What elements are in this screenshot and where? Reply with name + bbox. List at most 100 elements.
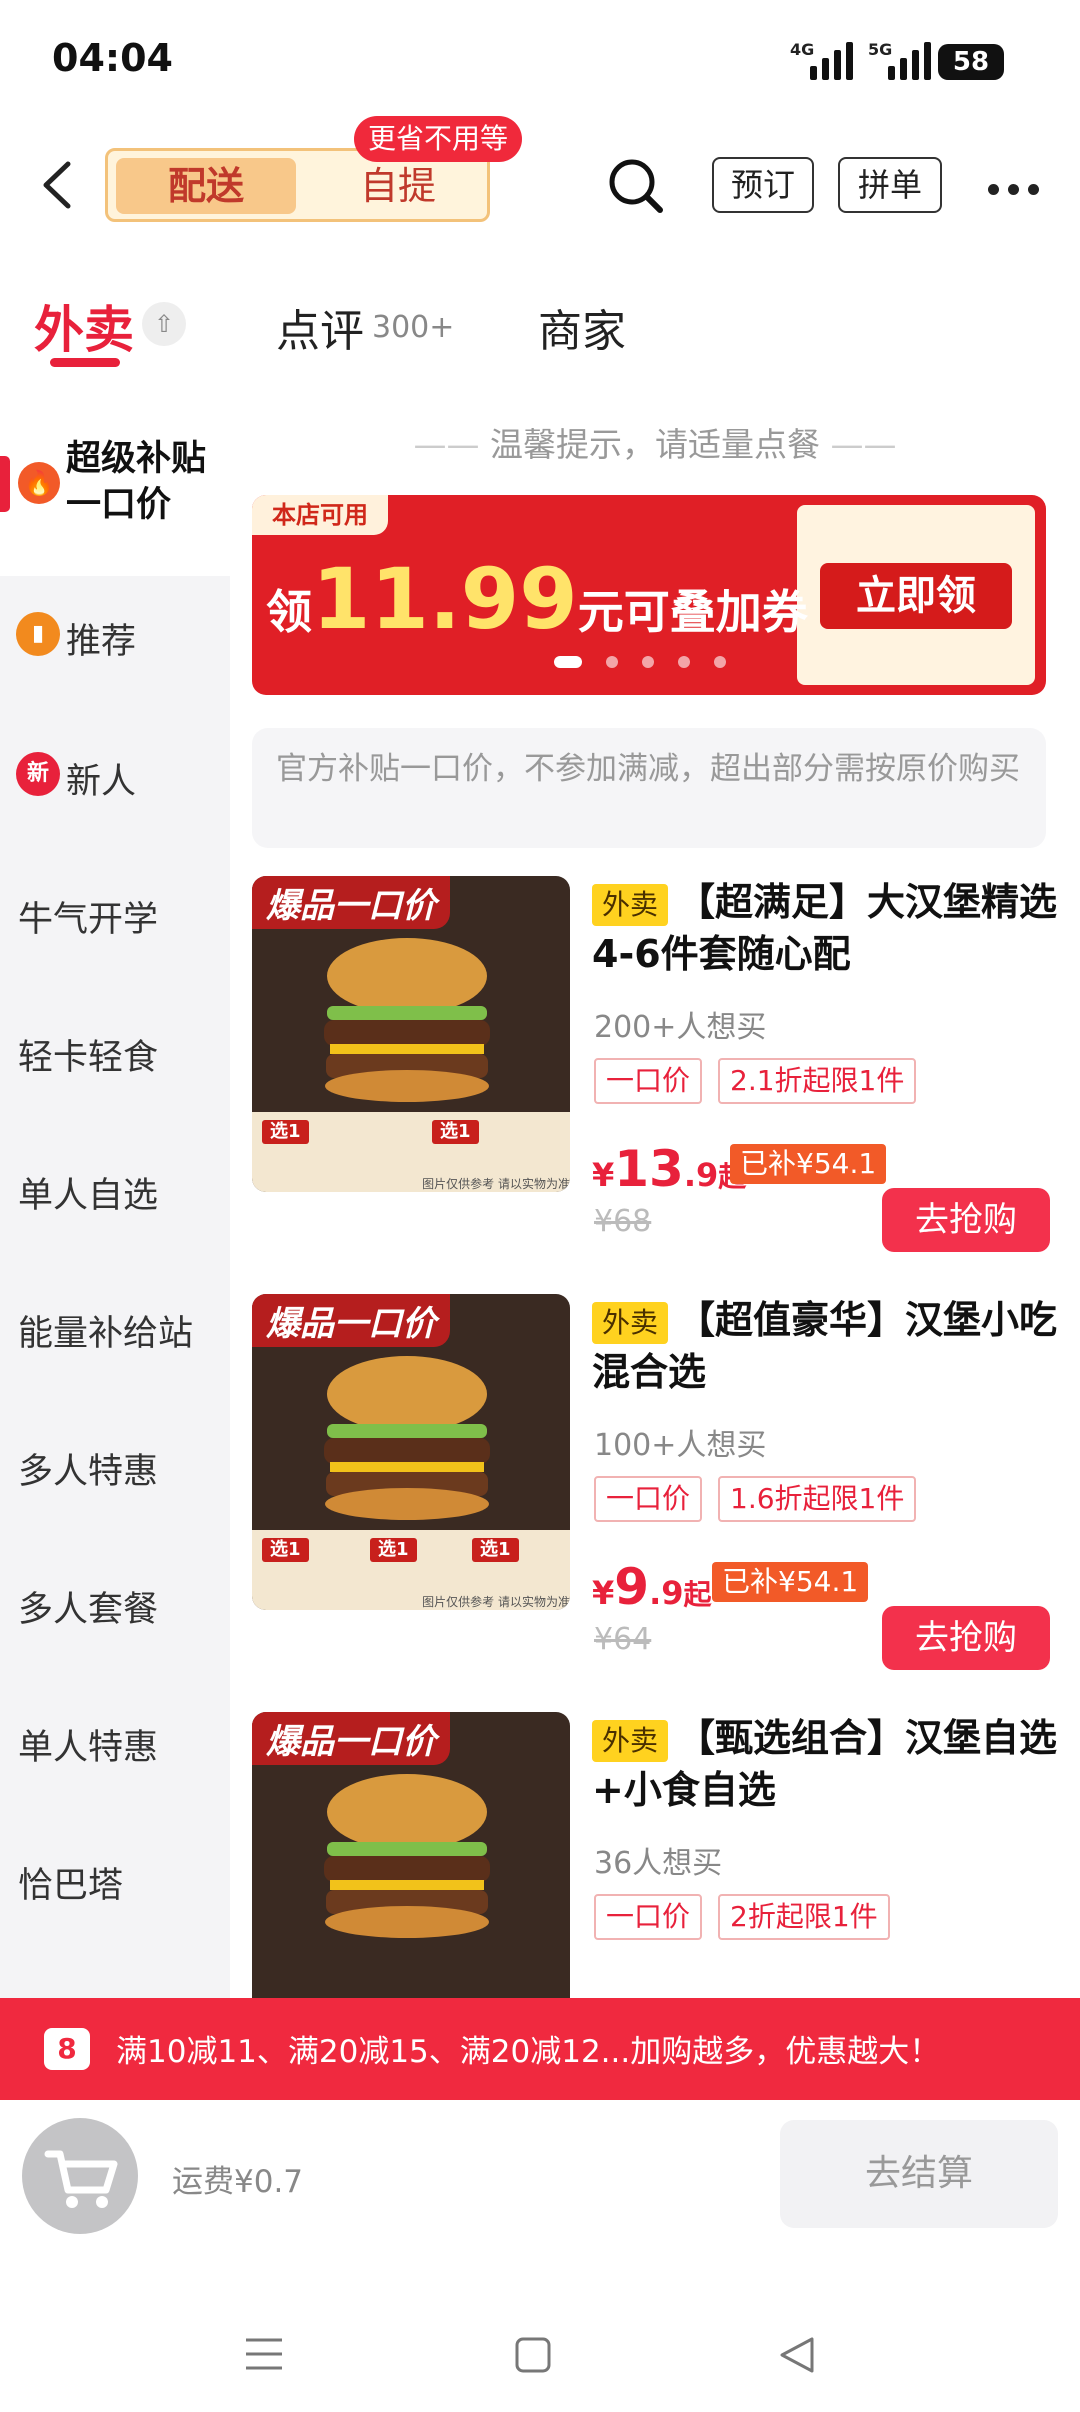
product-price: ¥13.9起 bbox=[592, 1140, 746, 1198]
price-dec: .9 bbox=[683, 1156, 719, 1194]
banner-text: 领11.99元可叠加券 bbox=[266, 550, 808, 648]
home-icon[interactable] bbox=[514, 2336, 552, 2378]
checkout-bar: 运费¥0.7 去结算 bbox=[0, 2100, 1080, 2234]
back-nav-icon[interactable] bbox=[778, 2336, 816, 2378]
subsidy-notice: 官方补贴一口价，不参加满减，超出部分需按原价购买 bbox=[252, 728, 1046, 848]
subsidy-badge: 已补¥54.1 bbox=[712, 1562, 869, 1602]
image-strip-badge: 选1 bbox=[472, 1538, 519, 1562]
want-count: 100+人想买 bbox=[594, 1428, 767, 1463]
buy-button[interactable]: 去抢购 bbox=[882, 1606, 1050, 1670]
takeout-tag: 外卖 bbox=[592, 1302, 669, 1344]
tab-review-count: 300+ bbox=[372, 310, 455, 345]
image-disclaimer: 图片仅供参考 请以实物为准 bbox=[422, 1177, 570, 1191]
tip-label: 温馨提示，请适量点餐 bbox=[490, 425, 820, 464]
system-nav-bar bbox=[0, 2280, 1080, 2412]
carousel-dots bbox=[554, 651, 750, 668]
collapse-icon[interactable]: ⇧ bbox=[142, 302, 186, 346]
sidebar-item-energy[interactable]: 能量补给站 bbox=[0, 1304, 230, 1364]
delivery-fee: 运费¥0.7 bbox=[172, 2164, 304, 2200]
sidebar-item-single-pick[interactable]: 单人自选 bbox=[0, 1166, 230, 1226]
delivery-mode-button[interactable]: 配送 bbox=[116, 158, 296, 214]
fire-icon: 🔥 bbox=[18, 462, 60, 504]
search-icon[interactable] bbox=[606, 156, 666, 216]
status-time: 04:04 bbox=[52, 36, 173, 80]
banner-amount: 11.99 bbox=[312, 550, 578, 648]
promo-text: 满10减11、满20减15、满20减12...加购越多，优惠越大！ bbox=[116, 2034, 941, 2070]
sidebar-item-ciabatta[interactable]: 恰巴塔 bbox=[0, 1856, 230, 1916]
sidebar-item-label: 超级补贴一口价 bbox=[66, 439, 207, 525]
back-icon[interactable] bbox=[38, 160, 78, 210]
takeout-tag: 外卖 bbox=[592, 1720, 669, 1762]
want-count: 36人想买 bbox=[594, 1846, 723, 1881]
image-strip-badge: 选1 bbox=[370, 1538, 417, 1562]
cart-icon[interactable] bbox=[22, 2118, 138, 2234]
tab-takeout[interactable]: 外卖 bbox=[34, 290, 134, 362]
burger-icon bbox=[324, 938, 490, 1102]
signal-icon bbox=[810, 42, 853, 80]
sidebar-item-group-deal[interactable]: 多人特惠 bbox=[0, 1442, 230, 1502]
tip-text: —— 温馨提示，请适量点餐 —— bbox=[413, 425, 897, 464]
pickup-promo-bubble: 更省不用等 bbox=[354, 116, 523, 162]
menu-icon[interactable] bbox=[244, 2336, 284, 2376]
buy-button[interactable]: 去抢购 bbox=[882, 1188, 1050, 1252]
fixed-price-tag: 一口价 bbox=[594, 1894, 703, 1940]
checkout-button[interactable]: 去结算 bbox=[780, 2120, 1058, 2228]
sidebar-active-indicator bbox=[0, 456, 10, 512]
banner-pre: 领 bbox=[266, 585, 312, 639]
more-icon[interactable] bbox=[988, 180, 1048, 195]
product-image: 爆品一口价 选1 选1 选1 图片仅供参考 请以实物为准 bbox=[252, 1294, 570, 1610]
image-label: 爆品一口价 bbox=[252, 876, 450, 929]
product-card[interactable]: 爆品一口价 【甄选组合】汉堡自选+小食自选 外卖 36人想买 一口价 2折起限1… bbox=[252, 1712, 1080, 1998]
promo-bar[interactable]: 8 满10减11、满20减15、满20减12...加购越多，优惠越大！ bbox=[0, 1998, 1080, 2100]
banner-post: 元可叠加券 bbox=[577, 585, 808, 639]
fixed-price-tag: 一口价 bbox=[594, 1058, 703, 1104]
discount-tag: 1.6折起限1件 bbox=[718, 1476, 917, 1522]
want-count: 200+人想买 bbox=[594, 1010, 767, 1045]
tab-underline bbox=[50, 358, 120, 367]
discount-icon: 8 bbox=[44, 2028, 90, 2070]
image-strip: 选1 选1 选1 图片仅供参考 请以实物为准 bbox=[252, 1530, 570, 1610]
price-int: 13 bbox=[614, 1140, 684, 1198]
price-dec: .9 bbox=[649, 1574, 684, 1612]
burger-icon bbox=[324, 1356, 490, 1520]
price-int: 9 bbox=[614, 1558, 650, 1616]
tab-merchant[interactable]: 商家 bbox=[538, 295, 626, 359]
product-image: 爆品一口价 bbox=[252, 1712, 570, 1998]
image-label: 爆品一口价 bbox=[252, 1294, 450, 1347]
image-label: 爆品一口价 bbox=[252, 1712, 450, 1765]
sidebar-item-newcomer[interactable]: 新人 bbox=[0, 752, 230, 812]
image-strip-badge: 选1 bbox=[432, 1120, 479, 1144]
sidebar-item-back-to-school[interactable]: 牛气开学 bbox=[0, 890, 230, 950]
fixed-price-tag: 一口价 bbox=[594, 1476, 703, 1522]
original-price: ¥64 bbox=[594, 1622, 652, 1657]
signal-icon bbox=[888, 42, 931, 80]
original-price: ¥68 bbox=[594, 1204, 652, 1239]
pickup-mode-button[interactable]: 自提 bbox=[338, 158, 458, 214]
currency-symbol: ¥ bbox=[592, 1574, 615, 1612]
sidebar-item-single-deal[interactable]: 单人特惠 bbox=[0, 1718, 230, 1778]
sidebar-item-recommend[interactable]: 推荐 bbox=[0, 612, 230, 672]
product-card[interactable]: 爆品一口价 选1 选1 图片仅供参考 请以实物为准 【超满足】大汉堡精选4-6件… bbox=[252, 876, 1080, 1286]
banner-tag: 本店可用 bbox=[252, 495, 388, 535]
price-suffix: 起 bbox=[683, 1578, 712, 1611]
discount-tag: 2.1折起限1件 bbox=[718, 1058, 917, 1104]
product-card[interactable]: 爆品一口价 选1 选1 选1 图片仅供参考 请以实物为准 【超值豪华】汉堡小吃混… bbox=[252, 1294, 1080, 1704]
coupon-banner[interactable]: 本店可用 领11.99元可叠加券 立即领 bbox=[252, 495, 1046, 695]
battery-icon: 58 bbox=[938, 44, 1004, 80]
product-image: 爆品一口价 选1 选1 图片仅供参考 请以实物为准 bbox=[252, 876, 570, 1192]
tab-review[interactable]: 点评 bbox=[276, 295, 364, 359]
image-strip-badge: 选1 bbox=[262, 1538, 309, 1562]
sidebar-item-light-meal[interactable]: 轻卡轻食 bbox=[0, 1028, 230, 1088]
status-bar: 04:04 4G 5G 58 bbox=[0, 0, 1080, 120]
reserve-button[interactable]: 预订 bbox=[712, 157, 814, 213]
product-price: ¥9.9起 bbox=[592, 1558, 712, 1616]
claim-coupon-button[interactable]: 立即领 bbox=[820, 563, 1012, 629]
currency-symbol: ¥ bbox=[592, 1156, 615, 1194]
group-order-button[interactable]: 拼单 bbox=[838, 157, 942, 213]
burger-icon bbox=[324, 1774, 490, 1938]
image-disclaimer: 图片仅供参考 请以实物为准 bbox=[422, 1595, 570, 1609]
image-strip-badge: 选1 bbox=[262, 1120, 309, 1144]
sidebar-item-group-set[interactable]: 多人套餐 bbox=[0, 1580, 230, 1640]
discount-tag: 2折起限1件 bbox=[718, 1894, 890, 1940]
takeout-tag: 外卖 bbox=[592, 884, 669, 926]
